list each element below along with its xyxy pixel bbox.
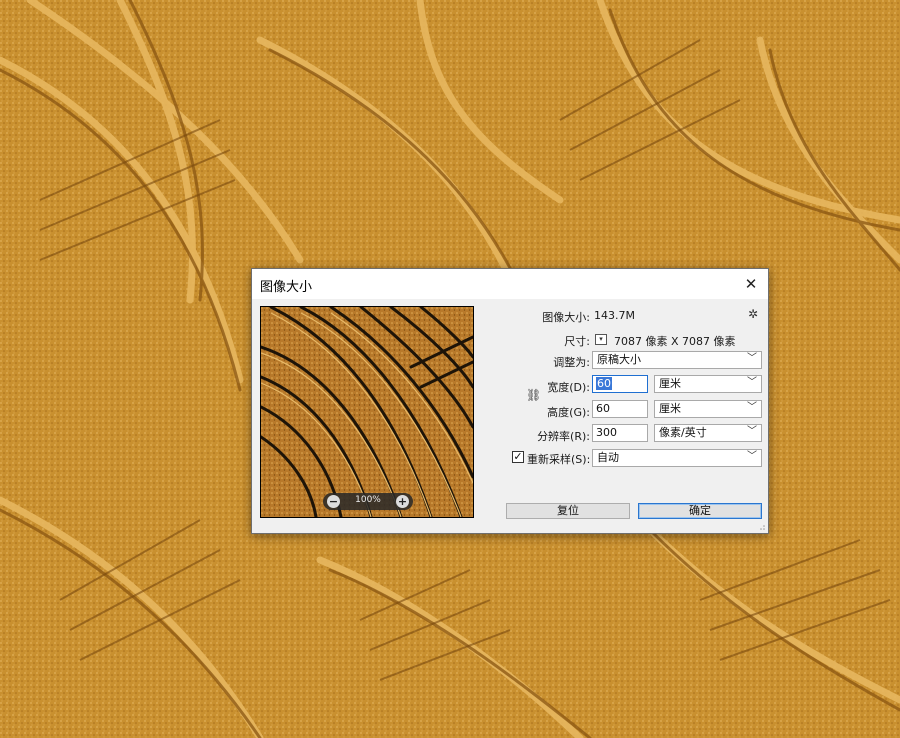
resolution-unit-value: 像素/英寸	[659, 426, 707, 439]
fit-to-value: 原稿大小	[597, 353, 641, 366]
fit-to-label: 调整为:	[553, 356, 590, 369]
resolution-input[interactable]: 300	[592, 424, 648, 442]
chevron-down-icon: ﹀	[747, 353, 757, 364]
resolution-label: 分辨率(R):	[537, 430, 590, 443]
chevron-down-icon: ﹀	[747, 426, 757, 437]
height-label: 高度(G):	[547, 406, 590, 419]
resample-value: 自动	[597, 451, 619, 464]
chevron-down-icon: ﹀	[747, 451, 757, 462]
preview-image	[261, 307, 473, 517]
dimensions-unit-dropdown[interactable]: ▾	[595, 334, 607, 345]
resolution-value: 300	[596, 426, 617, 439]
width-label: 宽度(D):	[547, 381, 590, 394]
gear-icon[interactable]: ✲	[748, 307, 758, 321]
image-size-value: 143.7M	[594, 309, 635, 322]
preview-zoom-bar: − 100% +	[323, 493, 413, 510]
height-unit-select[interactable]: 厘米 ﹀	[654, 400, 762, 418]
resample-label: 重新采样(S):	[527, 453, 591, 466]
chevron-down-icon: ﹀	[747, 402, 757, 413]
width-input[interactable]: 60	[592, 375, 648, 393]
dialog-titlebar[interactable]: 图像大小 ✕	[252, 269, 768, 299]
close-icon[interactable]: ✕	[740, 273, 762, 295]
zoom-in-icon[interactable]: +	[396, 495, 409, 508]
resample-checkbox[interactable]: ✓	[512, 451, 524, 463]
dimensions-label: 尺寸:	[564, 335, 590, 348]
height-input[interactable]: 60	[592, 400, 648, 418]
height-value: 60	[596, 402, 610, 415]
dimensions-value: 7087 像素 X 7087 像素	[614, 335, 736, 348]
reset-button[interactable]: 复位	[506, 503, 630, 519]
image-size-label: 图像大小:	[542, 311, 590, 324]
resolution-unit-select[interactable]: 像素/英寸 ﹀	[654, 424, 762, 442]
dialog-title: 图像大小	[260, 280, 313, 295]
ok-button[interactable]: 确定	[638, 503, 762, 519]
width-unit-value: 厘米	[659, 377, 681, 390]
chevron-down-icon: ﹀	[747, 377, 757, 388]
resize-grip[interactable]	[758, 523, 766, 531]
resample-select[interactable]: 自动 ﹀	[592, 449, 762, 467]
height-unit-value: 厘米	[659, 402, 681, 415]
width-unit-select[interactable]: 厘米 ﹀	[654, 375, 762, 393]
width-value: 60	[596, 377, 612, 390]
image-size-dialog: 图像大小 ✕ − 100% + 图像大小: 143.7M ✲ 尺寸: ▾ 708…	[251, 268, 769, 534]
fit-to-select[interactable]: 原稿大小 ﹀	[592, 351, 762, 369]
image-preview[interactable]: − 100% +	[260, 306, 474, 518]
